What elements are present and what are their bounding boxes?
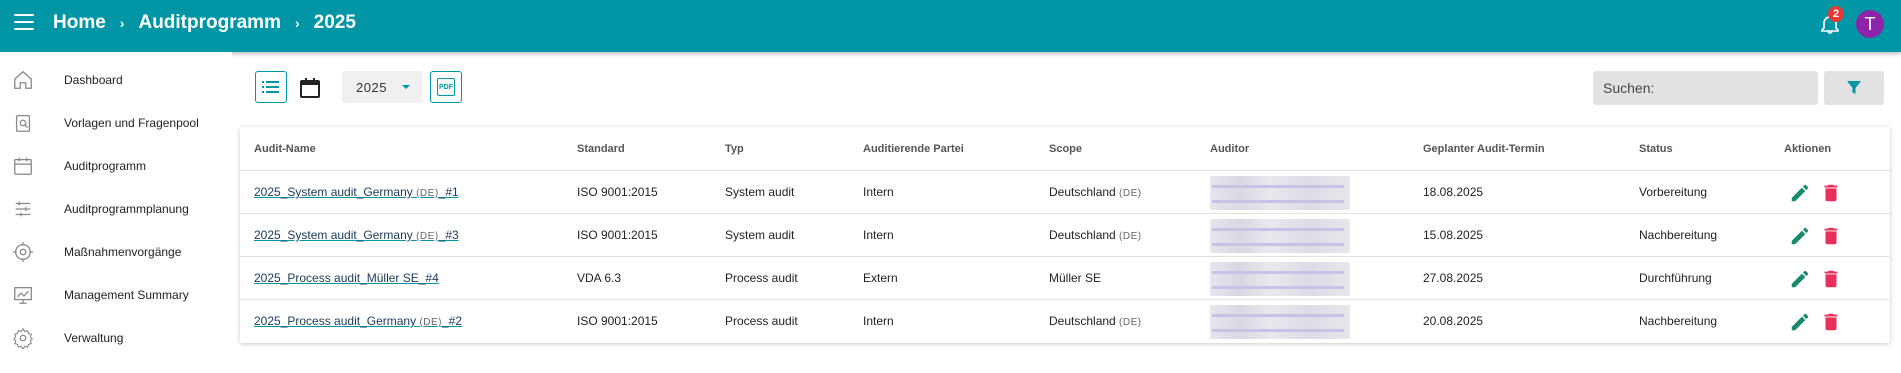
- cell-partei: Intern: [863, 185, 894, 199]
- sidebar-item-label: Maßnahmenvorgänge: [64, 245, 182, 259]
- auditor-redacted: [1210, 305, 1350, 339]
- clipboard-icon: [15, 115, 31, 132]
- sidebar: Dashboard Vorlagen und Fragenpool Auditp…: [0, 52, 232, 373]
- cell-status: Vorbereitung: [1639, 185, 1708, 199]
- auditor-redacted: [1210, 219, 1350, 253]
- cell-standard: ISO 9001:2015: [577, 185, 658, 199]
- column-header-aktionen: Aktionen: [1784, 143, 1832, 155]
- cell-partei: Intern: [863, 314, 894, 328]
- table-row: 2025_Process audit_Müller SE_#4 VDA 6.3 …: [240, 257, 1890, 300]
- sidebar-item-label: Management Summary: [64, 288, 189, 302]
- audit-name-link[interactable]: 2025_System audit_Germany (DE)_#3: [254, 214, 459, 257]
- search-input[interactable]: [1593, 71, 1818, 105]
- cell-status: Nachbereitung: [1639, 314, 1718, 328]
- sliders-icon: [15, 201, 31, 217]
- breadcrumb: Home › Auditprogramm › 2025: [53, 12, 356, 34]
- pdf-icon: PDF: [437, 78, 455, 96]
- cell-scope: Müller SE: [1049, 271, 1102, 285]
- cell-status: Nachbereitung: [1639, 228, 1718, 242]
- auditor-redacted: [1210, 176, 1350, 210]
- cell-typ: System audit: [725, 228, 795, 242]
- sidebar-item-dashboard[interactable]: Dashboard: [0, 62, 232, 98]
- calendar-view-icon[interactable]: [298, 76, 322, 100]
- delete-icon[interactable]: [1820, 182, 1842, 204]
- cell-typ: Process audit: [725, 271, 798, 285]
- column-header-standard[interactable]: Standard: [577, 127, 625, 171]
- cell-partei: Extern: [863, 271, 898, 285]
- breadcrumb-auditprogramm[interactable]: Auditprogramm: [138, 12, 281, 34]
- cell-standard: ISO 9001:2015: [577, 314, 658, 328]
- edit-icon[interactable]: [1789, 311, 1811, 333]
- gear-icon: [13, 327, 33, 349]
- cell-termin: 15.08.2025: [1423, 228, 1484, 242]
- chevron-right-icon: ›: [119, 15, 125, 31]
- list-icon: [262, 81, 279, 93]
- auditor-redacted: [1210, 262, 1350, 296]
- target-icon: [12, 241, 34, 263]
- column-header-audit-name[interactable]: Audit-Name: [254, 127, 316, 171]
- year-select-value: 2025: [356, 79, 387, 95]
- column-header-auditor[interactable]: Auditor: [1210, 127, 1249, 171]
- cell-status: Durchführung: [1639, 271, 1712, 285]
- sidebar-item-vorlagen[interactable]: Vorlagen und Fragenpool: [0, 105, 232, 141]
- sidebar-item-label: Verwaltung: [64, 331, 124, 345]
- audit-name-link[interactable]: 2025_Process audit_Germany (DE)_#2: [254, 300, 462, 343]
- column-header-auditierende-partei[interactable]: Auditierende Partei: [863, 127, 964, 171]
- delete-icon[interactable]: [1820, 225, 1842, 247]
- cell-typ: Process audit: [725, 314, 798, 328]
- edit-icon[interactable]: [1789, 182, 1811, 204]
- table-row: 2025_System audit_Germany (DE)_#1 ISO 90…: [240, 171, 1890, 214]
- column-header-termin[interactable]: Geplanter Audit-Termin: [1423, 127, 1545, 171]
- audit-table: Audit-Name Standard Typ Auditierende Par…: [240, 127, 1890, 343]
- table-row: 2025_System audit_Germany (DE)_#3 ISO 90…: [240, 214, 1890, 257]
- list-view-button[interactable]: [255, 71, 287, 103]
- year-select[interactable]: 2025: [342, 71, 422, 103]
- audit-name-link[interactable]: 2025_System audit_Germany (DE)_#1: [254, 171, 459, 214]
- column-header-status[interactable]: Status: [1639, 127, 1673, 171]
- sidebar-item-label: Auditprogrammplanung: [64, 202, 189, 216]
- edit-icon[interactable]: [1789, 225, 1811, 247]
- column-header-typ[interactable]: Typ: [725, 127, 744, 171]
- cell-termin: 20.08.2025: [1423, 314, 1484, 328]
- delete-icon[interactable]: [1820, 268, 1842, 290]
- audit-name-link[interactable]: 2025_Process audit_Müller SE_#4: [254, 257, 439, 300]
- chevron-right-icon: ›: [294, 15, 300, 31]
- chart-icon: [14, 287, 32, 304]
- pdf-label: PDF: [439, 83, 453, 91]
- pdf-export-button[interactable]: PDF: [430, 71, 462, 103]
- breadcrumb-home[interactable]: Home: [53, 12, 106, 34]
- caret-down-icon: [402, 85, 410, 89]
- filter-button[interactable]: [1824, 71, 1884, 105]
- cell-scope: Deutschland (DE): [1049, 228, 1142, 242]
- cell-standard: ISO 9001:2015: [577, 228, 658, 242]
- avatar[interactable]: T: [1856, 10, 1884, 38]
- sidebar-item-management-summary[interactable]: Management Summary: [0, 277, 232, 313]
- sidebar-item-label: Auditprogramm: [64, 159, 147, 173]
- cell-termin: 27.08.2025: [1423, 271, 1484, 285]
- cell-scope: Deutschland (DE): [1049, 185, 1142, 199]
- cell-typ: System audit: [725, 185, 795, 199]
- cell-standard: VDA 6.3: [577, 271, 622, 285]
- breadcrumb-year: 2025: [313, 12, 356, 33]
- notification-badge: 2: [1828, 6, 1844, 22]
- menu-icon[interactable]: [14, 14, 34, 30]
- cell-termin: 18.08.2025: [1423, 185, 1484, 199]
- sidebar-item-massnahmen[interactable]: Maßnahmenvorgänge: [0, 234, 232, 270]
- table-row: 2025_Process audit_Germany (DE)_#2 ISO 9…: [240, 300, 1890, 343]
- sidebar-item-label: Vorlagen und Fragenpool: [64, 116, 199, 130]
- filter-icon: [1847, 81, 1861, 94]
- cell-partei: Intern: [863, 228, 894, 242]
- top-app-bar: Home › Auditprogramm › 2025 2 T: [0, 0, 1901, 52]
- sidebar-item-auditprogramm[interactable]: Auditprogramm: [0, 148, 232, 184]
- sidebar-item-label: Dashboard: [64, 73, 123, 87]
- home-icon: [14, 70, 32, 89]
- delete-icon[interactable]: [1820, 311, 1842, 333]
- cell-scope: Deutschland (DE): [1049, 314, 1142, 328]
- sidebar-item-auditprogrammplanung[interactable]: Auditprogrammplanung: [0, 191, 232, 227]
- sidebar-item-verwaltung[interactable]: Verwaltung: [0, 320, 232, 356]
- column-header-scope[interactable]: Scope: [1049, 127, 1082, 171]
- calendar-icon: [14, 157, 32, 175]
- edit-icon[interactable]: [1789, 268, 1811, 290]
